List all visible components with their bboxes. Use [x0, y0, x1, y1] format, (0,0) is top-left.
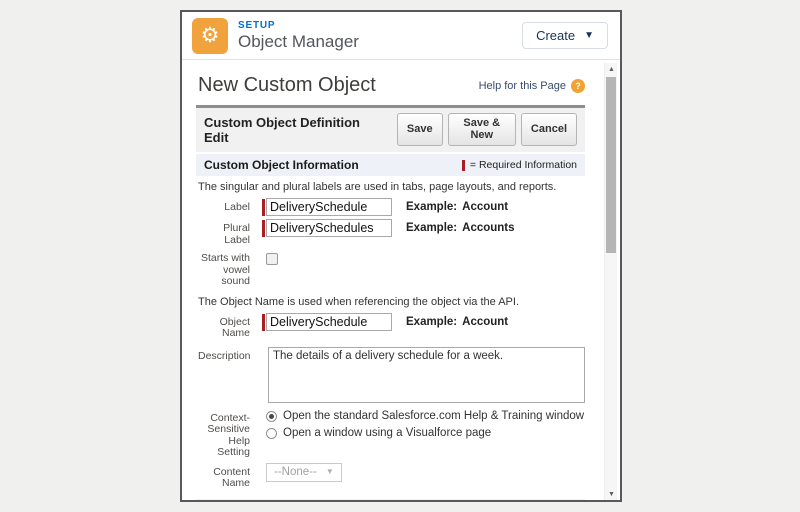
scroll-up-arrow-icon[interactable]: ▲ [605, 64, 618, 75]
page-content: New Custom Object Help for this Page ? C… [182, 60, 620, 501]
definition-edit-toolbar: Custom Object Definition Edit Save Save … [196, 105, 585, 152]
create-button[interactable]: Create ▼ [522, 22, 608, 49]
example-label: Example: [406, 222, 457, 234]
example-value: Account [462, 201, 508, 213]
description-textarea[interactable]: The details of a delivery schedule for a… [268, 347, 585, 403]
radio-option-label: Open the standard Salesforce.com Help & … [283, 409, 584, 424]
radio-unselected-icon [266, 428, 277, 439]
example-label: Example: [406, 201, 457, 213]
chevron-down-icon: ▼ [326, 467, 334, 476]
required-marker-icon [262, 199, 265, 216]
object-name-input[interactable] [266, 313, 392, 331]
gear-icon: ⚙ [201, 25, 220, 46]
object-name-field-row: Object Name Example: Account [196, 313, 585, 340]
app-title: Object Manager [238, 32, 522, 52]
labels-help-text: The singular and plural labels are used … [198, 181, 585, 193]
example-value: Accounts [462, 222, 514, 234]
required-marker-icon [462, 160, 465, 171]
help-question-icon: ? [571, 79, 585, 93]
plural-label-field-label: Plural Label [196, 219, 250, 246]
scrollbar-thumb[interactable] [606, 77, 616, 253]
toolbar-title: Custom Object Definition Edit [204, 115, 375, 145]
setup-eyebrow: SETUP [238, 20, 522, 31]
setup-gear-badge: ⚙ [192, 18, 228, 54]
radio-selected-icon [266, 411, 277, 422]
api-help-text: The Object Name is used when referencing… [198, 296, 585, 308]
help-standard-radio-option[interactable]: Open the standard Salesforce.com Help & … [266, 409, 584, 424]
required-information-note: = Required Information [462, 159, 577, 171]
object-manager-window: ⚙ SETUP Object Manager Create ▼ New Cust… [180, 10, 622, 502]
vertical-scrollbar[interactable]: ▲ ▼ [604, 63, 617, 501]
save-button[interactable]: Save [397, 113, 443, 146]
radio-option-label: Open a window using a Visualforce page [283, 426, 491, 441]
save-and-new-button[interactable]: Save & New [448, 113, 516, 146]
object-name-field-label: Object Name [196, 313, 250, 340]
plural-label-field-row: Plural Label Example: Accounts [196, 219, 585, 246]
create-button-label: Create [536, 28, 575, 43]
help-for-this-page-link[interactable]: Help for this Page ? [479, 79, 585, 93]
help-link-label: Help for this Page [479, 80, 566, 92]
page-title: New Custom Object [198, 74, 376, 97]
help-visualforce-radio-option[interactable]: Open a window using a Visualforce page [266, 426, 584, 441]
help-setting-row: Context-Sensitive Help Setting Open the … [196, 409, 585, 459]
custom-object-information-header: Custom Object Information = Required Inf… [196, 154, 585, 176]
content-name-row: Content Name --None-- ▼ [196, 463, 585, 490]
vowel-sound-row: Starts with vowel sound [196, 249, 585, 288]
help-setting-label: Context-Sensitive Help Setting [196, 409, 250, 459]
required-note-label: = Required Information [470, 159, 577, 171]
setup-header: ⚙ SETUP Object Manager Create ▼ [182, 12, 620, 60]
label-input[interactable] [266, 198, 392, 216]
cancel-button[interactable]: Cancel [521, 113, 577, 146]
starts-with-vowel-checkbox[interactable] [266, 253, 278, 265]
section-title: Custom Object Information [204, 158, 359, 172]
label-field-row: Label Example: Account [196, 198, 585, 216]
vowel-sound-label: Starts with vowel sound [196, 249, 250, 288]
description-field-label: Description [196, 347, 262, 363]
required-marker-icon [262, 314, 265, 331]
description-field-row: Description The details of a delivery sc… [196, 347, 585, 403]
chevron-down-icon: ▼ [584, 31, 594, 41]
example-value: Account [462, 316, 508, 328]
content-name-label: Content Name [196, 463, 250, 490]
content-name-select[interactable]: --None-- ▼ [266, 463, 342, 482]
label-field-label: Label [196, 198, 250, 214]
example-label: Example: [406, 316, 457, 328]
required-marker-icon [262, 220, 265, 237]
plural-label-input[interactable] [266, 219, 392, 237]
record-name-section-header: Enter Record Name Label and Format [196, 499, 585, 502]
content-name-selected-value: --None-- [274, 466, 317, 478]
scroll-down-arrow-icon[interactable]: ▼ [605, 489, 618, 500]
